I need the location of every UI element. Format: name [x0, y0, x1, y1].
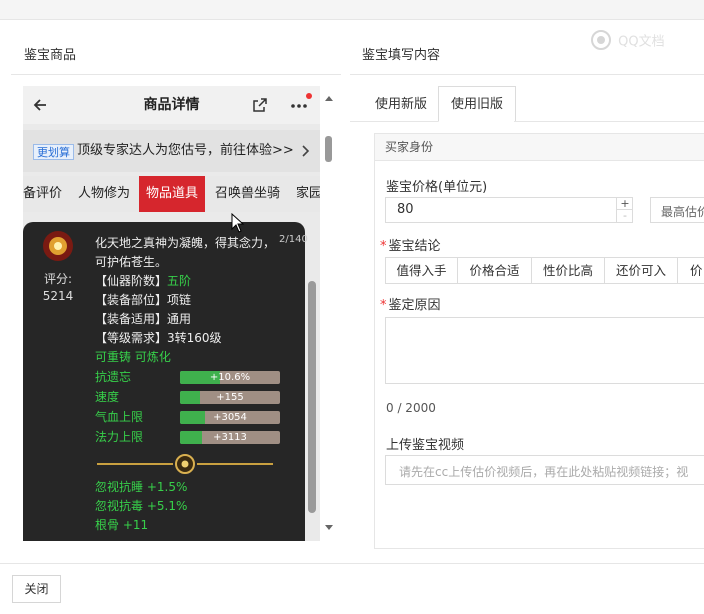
left-divider — [11, 74, 341, 75]
video-placeholder: 请先在cc上传估价视频后，再在此处粘贴视频链接；视 — [399, 465, 689, 479]
tab-old-version[interactable]: 使用旧版 — [438, 86, 517, 122]
item-icon — [43, 231, 73, 261]
scroll-thumb[interactable] — [325, 136, 332, 162]
attr-bar: +3113 — [180, 431, 280, 444]
item-usage: 【装备适用】通用 — [95, 312, 192, 326]
price-label: 鉴宝价格(单位元) — [386, 180, 488, 195]
conclusion-label: * 鉴宝结论 — [380, 239, 441, 254]
reason-label: * 鉴定原因 — [380, 298, 441, 313]
reason-label-text: 鉴定原因 — [388, 298, 441, 313]
promo-tag: 更划算 — [33, 144, 74, 160]
right-section-title: 鉴宝填写内容 — [362, 48, 441, 63]
promo-text: 顶级专家达人为您估号，前往体验>> — [77, 143, 294, 158]
phone-header: 商品详情 — [23, 86, 320, 124]
decrement-icon[interactable]: - — [617, 210, 633, 222]
left-scrollbar[interactable] — [323, 86, 335, 541]
video-label: 上传鉴宝视频 — [386, 438, 465, 453]
bonus-3: 根骨 +11 — [95, 518, 149, 532]
attr-value: +3113 — [213, 432, 247, 443]
conclusion-option[interactable]: 值得入手 — [385, 257, 458, 284]
item-level: 【等级需求】3转160级 — [95, 331, 222, 345]
item-rank: 【仙器阶数】五阶 — [95, 272, 191, 290]
more-icon[interactable] — [289, 92, 313, 114]
max-price-label: 最高估价 — [661, 205, 704, 219]
cloud-logo-icon — [591, 30, 611, 50]
attr-label: 速度 — [95, 390, 120, 404]
bonus-2: 忽视抗毒 +5.1% — [95, 499, 188, 513]
item-rank-label: 【仙器阶数】 — [95, 274, 168, 288]
conclusion-option[interactable]: 还价可入 — [604, 257, 678, 284]
attr-value: +3054 — [213, 412, 247, 423]
conclusion-option[interactable]: 价 — [677, 257, 704, 284]
price-value: 80 — [397, 202, 414, 217]
conclusion-option[interactable]: 性价比高 — [531, 257, 605, 284]
scroll-up-icon[interactable] — [324, 94, 334, 102]
right-divider — [350, 74, 704, 75]
tab-underline — [350, 121, 438, 122]
attr-bar: +155 — [180, 391, 280, 404]
item-description-1: 化天地之真神为凝魄，得其念力， — [95, 236, 276, 250]
price-stepper[interactable]: + - — [616, 198, 633, 222]
score-value: 5214 — [42, 289, 74, 303]
item-rank-value: 五阶 — [167, 274, 192, 288]
top-bar — [0, 0, 704, 20]
attr-value: +155 — [216, 392, 244, 403]
tab-pets-mounts[interactable]: 召唤兽坐骑 — [215, 176, 280, 212]
price-input[interactable]: 80 + - — [385, 197, 633, 223]
card-scrollbar[interactable] — [308, 281, 316, 513]
phone-page-title: 商品详情 — [143, 97, 200, 113]
promo-banner[interactable]: 更划算 顶级专家达人为您估号，前往体验>> — [23, 130, 320, 172]
page-indicator: 2/140 — [279, 234, 308, 245]
close-button[interactable]: 关闭 — [12, 575, 61, 603]
attr-label: 气血上限 — [95, 410, 144, 424]
char-counter: 0 / 2000 — [386, 401, 436, 415]
item-detail-card: 评分: 5214 2/140 化天地之真神为凝魄，得其念力， 可护佑苍生。 【仙… — [23, 222, 308, 541]
product-screenshot: 商品详情 更划算 顶级专家达人为您估号，前往体验>> 备评价 人物修为 物品道具… — [23, 86, 320, 541]
attr-bar: +10.6% — [180, 371, 280, 384]
watermark: QQ文档 — [588, 30, 665, 52]
tab-reviews[interactable]: 备评价 — [23, 176, 62, 212]
item-slot: 【装备部位】项链 — [95, 293, 192, 307]
item-recast: 可重铸 可炼化 — [95, 350, 171, 364]
reason-textarea[interactable] — [385, 317, 704, 384]
tab-items[interactable]: 物品道具 — [139, 176, 206, 212]
phone-tabs: 备评价 人物修为 物品道具 召唤兽坐骑 家园 — [23, 176, 320, 212]
scroll-down-icon[interactable] — [324, 524, 334, 532]
conclusion-label-text: 鉴宝结论 — [388, 239, 441, 254]
attr-label: 法力上限 — [95, 430, 144, 444]
watermark-text: QQ文档 — [618, 34, 665, 50]
tab-underline — [514, 121, 704, 122]
score-label: 评分: — [43, 272, 73, 286]
bonus-1: 忽视抗睡 +1.5% — [95, 480, 188, 494]
tab-character[interactable]: 人物修为 — [78, 176, 130, 212]
form-section-header: 买家身份 — [375, 134, 704, 161]
chevron-right-icon — [302, 145, 310, 157]
video-link-input[interactable]: 请先在cc上传估价视频后，再在此处粘贴视频链接；视 — [385, 455, 704, 485]
ornament-divider-icon — [97, 454, 273, 474]
left-section-title: 鉴宝商品 — [24, 48, 77, 63]
footer-divider — [0, 563, 704, 564]
attr-bar: +3054 — [180, 411, 280, 424]
attr-value: +10.6% — [209, 372, 251, 383]
attr-label: 抗遗忘 — [95, 370, 132, 384]
item-description-2: 可护佑苍生。 — [95, 255, 168, 269]
max-price-select[interactable]: 最高估价 — [650, 197, 704, 223]
tab-new-version[interactable]: 使用新版 — [362, 86, 441, 122]
conclusion-option[interactable]: 价格合适 — [457, 257, 532, 284]
tab-home[interactable]: 家园 — [296, 176, 320, 212]
mouse-cursor-icon — [231, 213, 245, 233]
share-icon[interactable] — [252, 97, 268, 113]
